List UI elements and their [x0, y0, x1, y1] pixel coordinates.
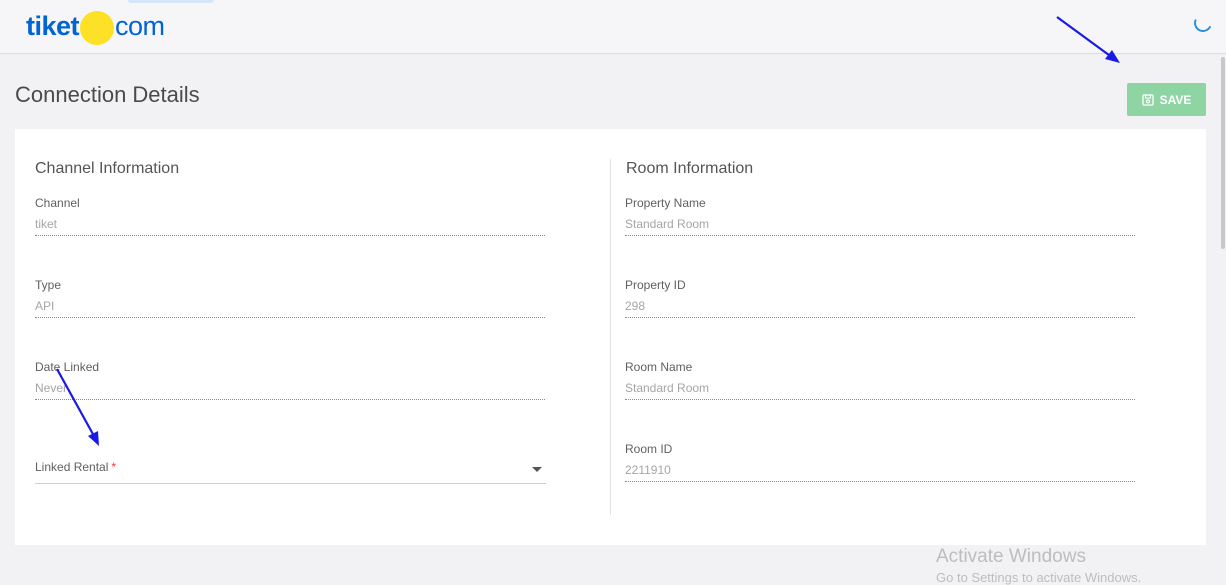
date-linked-value: Never [35, 381, 545, 400]
room-name-label: Room Name [625, 360, 693, 374]
room-name-field: Room Name Standard Room [625, 360, 1135, 400]
channel-field: Channel tiket [35, 196, 545, 236]
windows-activation-watermark: Activate Windows Go to Settings to activ… [936, 546, 1141, 585]
scrollbar-thumb[interactable] [1221, 57, 1225, 249]
page-title: Connection Details [15, 82, 200, 107]
channel-value: tiket [35, 217, 545, 236]
save-button-label: SAVE [1159, 92, 1192, 107]
logo-yellow-dot [80, 11, 115, 45]
property-id-field: Property ID 298 [625, 278, 1135, 318]
active-indicator [128, 0, 214, 3]
type-label: Type [35, 278, 62, 292]
date-linked-label: Date Linked [35, 360, 100, 374]
dropdown-caret-icon[interactable] [532, 467, 542, 472]
linked-rental-select[interactable]: Linked Rental * [35, 455, 546, 484]
channel-information-title: Channel Information [35, 160, 180, 177]
channel-label: Channel [35, 196, 80, 210]
required-asterisk: * [111, 460, 117, 474]
room-id-value: 2211910 [625, 463, 1135, 482]
property-name-field: Property Name Standard Room [625, 196, 1135, 236]
loading-spinner-icon [1191, 11, 1215, 35]
type-value: API [35, 299, 545, 318]
watermark-line2: Go to Settings to activate Windows. [936, 570, 1142, 585]
connection-details-card: Channel Information Channel tiket Type A… [15, 129, 1206, 545]
section-divider [610, 159, 611, 515]
logo-text-com: com [115, 10, 165, 41]
property-name-label: Property Name [625, 196, 706, 210]
linked-rental-label: Linked Rental * [35, 460, 117, 474]
date-linked-field: Date Linked Never [35, 360, 545, 400]
save-button[interactable]: SAVE [1127, 83, 1206, 116]
room-id-label: Room ID [625, 442, 673, 456]
property-id-label: Property ID [625, 278, 686, 292]
logo-text-tiket: tiket [26, 10, 80, 41]
watermark-line1: Activate Windows [936, 546, 1086, 567]
floppy-disk-icon [1141, 93, 1154, 106]
tiket-logo[interactable]: tiket com [26, 8, 165, 45]
top-navbar: tiket com [0, 0, 1226, 54]
type-field: Type API [35, 278, 545, 318]
room-id-field: Room ID 2211910 [625, 442, 1135, 482]
property-name-value: Standard Room [625, 217, 1135, 236]
page-scrollbar[interactable] [1220, 55, 1226, 582]
room-name-value: Standard Room [625, 381, 1135, 400]
room-information-title: Room Information [626, 160, 754, 177]
property-id-value: 298 [625, 299, 1135, 318]
